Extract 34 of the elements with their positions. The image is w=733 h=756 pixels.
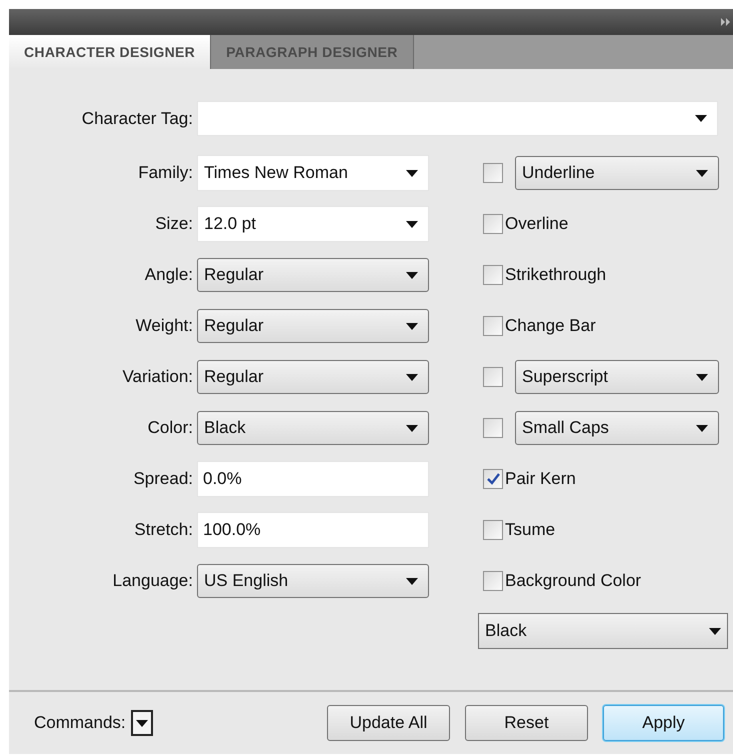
field-label: Variation: [121,366,194,388]
field-label: Weight: [134,315,194,338]
dropdown[interactable]: Small Caps [515,411,719,445]
field-label: Family: [137,162,194,184]
dropdown[interactable]: Black [197,411,429,445]
tab[interactable]: CHARACTER DESIGNER [9,35,212,69]
field-label: Character Tag: [80,108,194,130]
field-label: Color: [146,417,194,440]
checkbox-label: Strikethrough [505,264,606,286]
dropdown[interactable]: Underline [515,156,719,190]
field-label: Stretch: [133,519,194,542]
dialog-button[interactable]: Update All [327,705,450,741]
commands-label: Commands: [34,712,126,734]
dropdown[interactable]: Regular [197,258,429,292]
dialog-button[interactable]: Reset [465,705,588,741]
field-label: Angle: [144,264,194,286]
checkbox-label: Tsume [505,519,556,542]
dialog-button[interactable]: Apply [603,705,724,741]
dropdown[interactable]: Regular [197,309,429,343]
combo-box[interactable]: 12.0 pt [197,206,429,242]
dropdown[interactable]: Regular [197,360,429,394]
combo-box[interactable]: Times New Roman [197,155,429,191]
field-label: Spread: [132,468,194,490]
dropdown[interactable]: Superscript [515,360,719,394]
background-color-dropdown[interactable]: Black [478,613,728,649]
input-field[interactable]: 100.0% [197,512,429,548]
checkbox-label: Background Color [505,570,642,592]
field-label: Size: [154,213,194,236]
checkbox-label: Change Bar [505,315,596,338]
field-label: Language: [112,570,194,592]
checkbox-label: Overline [505,213,568,236]
checkbox-label: Pair Kern [505,468,576,490]
dropdown[interactable]: US English [197,564,429,598]
input-field[interactable]: 0.0% [197,461,429,497]
